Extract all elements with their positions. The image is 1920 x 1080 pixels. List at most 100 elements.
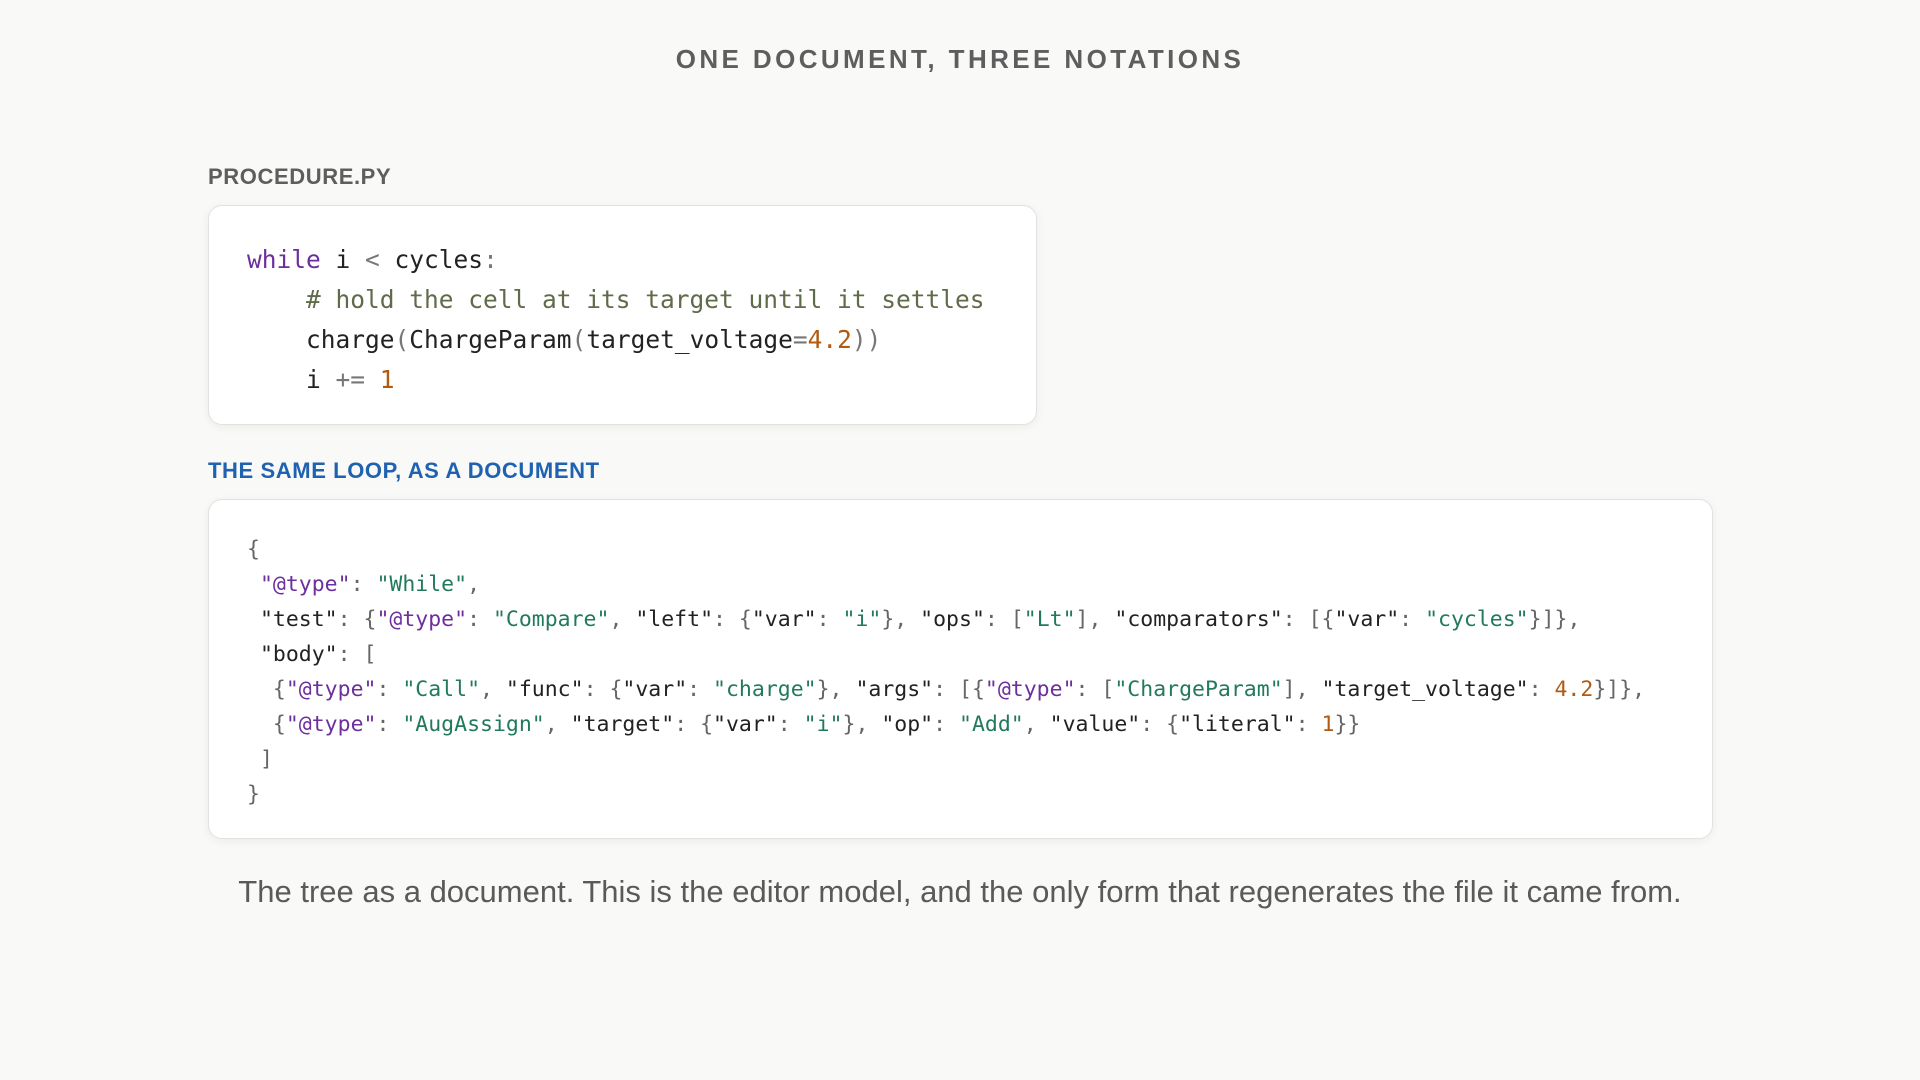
code-token: "@type" bbox=[259, 572, 351, 597]
code-token: 4.2 bbox=[1554, 677, 1594, 702]
code-token: "op" bbox=[881, 712, 934, 737]
document-code-block: { "@type": "While", "test": {"@type": "C… bbox=[247, 532, 1712, 812]
code-token: : [{ bbox=[1282, 607, 1335, 632]
code-token: 4.2 bbox=[807, 325, 852, 354]
code-token: "AugAssign" bbox=[402, 712, 545, 737]
code-token: "While" bbox=[376, 572, 468, 597]
code-token: < bbox=[365, 245, 380, 274]
code-token: : bbox=[350, 572, 377, 597]
code-token: : [ bbox=[1075, 677, 1115, 702]
code-token: : bbox=[376, 712, 403, 737]
code-token: }, bbox=[842, 712, 882, 737]
code-token: : bbox=[777, 712, 804, 737]
code-token: ], bbox=[1075, 607, 1115, 632]
code-token: : { bbox=[713, 607, 752, 632]
code-line: { bbox=[247, 532, 1712, 567]
code-token: : { bbox=[1140, 712, 1180, 737]
code-token: , bbox=[544, 712, 571, 737]
code-token: , bbox=[609, 607, 636, 632]
code-token: "comparators" bbox=[1114, 607, 1283, 632]
code-token: : bbox=[933, 712, 960, 737]
code-token: "@type" bbox=[285, 677, 377, 702]
code-line: {"@type": "AugAssign", "target": {"var":… bbox=[247, 707, 1712, 742]
code-token: ], bbox=[1282, 677, 1322, 702]
python-code-panel: while i < cycles: # hold the cell at its… bbox=[208, 205, 1037, 425]
code-token: += bbox=[335, 365, 366, 394]
code-token: "target_voltage" bbox=[1321, 677, 1529, 702]
code-token: }, bbox=[816, 677, 856, 702]
code-line: i += 1 bbox=[247, 360, 1036, 400]
code-token: "Lt" bbox=[1023, 607, 1076, 632]
code-token: "i" bbox=[842, 607, 882, 632]
code-token: : bbox=[1399, 607, 1426, 632]
code-token: "func" bbox=[505, 677, 584, 702]
code-token: "ChargeParam" bbox=[1114, 677, 1283, 702]
code-line: "body": [ bbox=[247, 637, 1712, 672]
code-token: : bbox=[687, 677, 714, 702]
python-code-block: while i < cycles: # hold the cell at its… bbox=[247, 240, 1036, 400]
code-token: : [ bbox=[984, 607, 1024, 632]
code-token: while bbox=[247, 245, 321, 274]
code-token: "Add" bbox=[959, 712, 1024, 737]
code-token: "@type" bbox=[376, 607, 468, 632]
code-token: "var" bbox=[622, 677, 688, 702]
code-token: : { bbox=[337, 607, 377, 632]
code-token: # hold the cell at its target until it s… bbox=[247, 285, 985, 314]
code-token: = bbox=[792, 325, 808, 354]
code-token: ChargeParam bbox=[409, 325, 572, 354]
code-token: "value" bbox=[1049, 712, 1141, 737]
code-token: "var" bbox=[713, 712, 778, 737]
code-token: : bbox=[816, 607, 843, 632]
code-token: target_voltage bbox=[586, 325, 793, 354]
code-line: # hold the cell at its target until it s… bbox=[247, 280, 1036, 320]
code-token: : { bbox=[583, 677, 623, 702]
code-token: { bbox=[247, 677, 286, 702]
code-token: cycles bbox=[379, 245, 484, 274]
code-token: "i" bbox=[803, 712, 843, 737]
document-label: THE SAME LOOP, AS A DOCUMENT bbox=[208, 458, 600, 483]
code-token: }]}, bbox=[1528, 607, 1581, 632]
code-token: "var" bbox=[1334, 607, 1400, 632]
python-file-label: PROCEDURE.PY bbox=[208, 164, 392, 189]
code-line: ] bbox=[247, 742, 1712, 777]
code-token: "Call" bbox=[402, 677, 481, 702]
code-token: , bbox=[1023, 712, 1050, 737]
code-token: , bbox=[467, 572, 481, 597]
code-token: "body" bbox=[247, 642, 338, 667]
code-token: : [ bbox=[337, 642, 377, 667]
code-token: }} bbox=[1334, 712, 1361, 737]
code-token: ( bbox=[394, 325, 410, 354]
code-token: : bbox=[483, 245, 498, 274]
code-token: i bbox=[247, 365, 336, 394]
code-token: : { bbox=[674, 712, 714, 737]
code-token: )) bbox=[851, 325, 882, 354]
caption: The tree as a document. This is the edit… bbox=[238, 874, 1682, 909]
code-token: "left" bbox=[635, 607, 714, 632]
code-token: , bbox=[480, 677, 506, 702]
code-token: "@type" bbox=[984, 677, 1076, 702]
code-token: }, bbox=[881, 607, 921, 632]
code-token: : [{ bbox=[933, 677, 985, 702]
code-token: "test" bbox=[247, 607, 338, 632]
code-line: "@type": "While", bbox=[247, 567, 1712, 602]
code-token: : bbox=[1528, 677, 1555, 702]
code-token: : bbox=[467, 607, 493, 632]
code-token: 1 bbox=[1321, 712, 1335, 737]
code-line: "test": {"@type": "Compare", "left": {"v… bbox=[247, 602, 1712, 637]
code-line: while i < cycles: bbox=[247, 240, 1036, 280]
document-code-panel: { "@type": "While", "test": {"@type": "C… bbox=[208, 499, 1713, 839]
page-title: ONE DOCUMENT, THREE NOTATIONS bbox=[675, 44, 1245, 74]
code-token: "ops" bbox=[920, 607, 985, 632]
code-token: "charge" bbox=[713, 677, 817, 702]
code-token: charge bbox=[247, 325, 395, 354]
code-token: i bbox=[320, 245, 366, 274]
code-token: } bbox=[247, 782, 260, 807]
code-line: {"@type": "Call", "func": {"var": "charg… bbox=[247, 672, 1712, 707]
code-line: } bbox=[247, 777, 1712, 812]
code-token: { bbox=[247, 712, 286, 737]
code-token: 1 bbox=[379, 365, 395, 394]
code-token: "@type" bbox=[285, 712, 377, 737]
code-token: { bbox=[247, 537, 260, 562]
code-line: charge(ChargeParam(target_voltage=4.2)) bbox=[247, 320, 1036, 360]
